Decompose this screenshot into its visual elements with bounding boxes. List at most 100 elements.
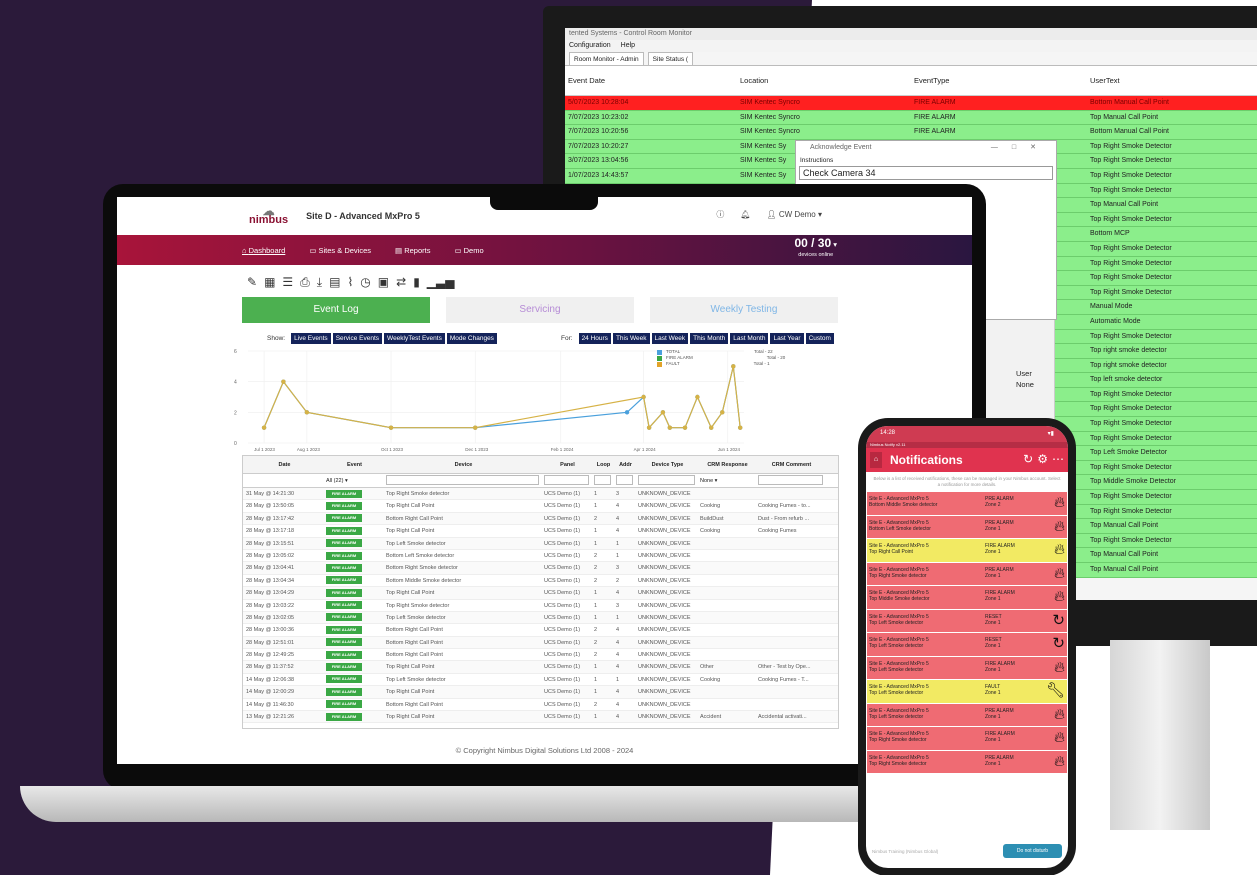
table-row[interactable]: 28 May @ 13:17:42 FIRE ALARM Bottom Right … [243, 512, 838, 526]
tab-weekly-testing[interactable]: Weekly Testing [650, 297, 838, 323]
table-row[interactable]: 13 May @ 12:21:26 FIRE ALARM Top Right Cal… [243, 711, 838, 724]
more-icon[interactable]: ⋯ [1052, 452, 1064, 466]
period-button[interactable]: Last Week [651, 333, 689, 344]
attachment-icon[interactable]: ⌇ [347, 275, 353, 290]
notification-item[interactable]: Site E - Advanced MxPro 5 Top Right Smoke… [867, 727, 1067, 750]
th-crm-response[interactable]: CRM Response [697, 456, 755, 473]
print-icon[interactable]: ⎙ [300, 275, 310, 290]
filter-comment[interactable] [755, 474, 825, 487]
col-event-type[interactable]: EventType [911, 66, 1087, 95]
table-row[interactable]: 31 May @ 14:21:30 FIRE ALARM Top Right Smo… [243, 488, 838, 501]
filter-type[interactable] [635, 474, 697, 487]
filter-panel[interactable] [541, 474, 591, 487]
th-panel[interactable]: Panel [541, 456, 591, 473]
table-row[interactable]: 28 May @ 13:00:36 FIRE ALARM Bottom Right … [243, 624, 838, 637]
notification-item[interactable]: Site E - Advanced MxPro 5 Top Right Smoke… [867, 750, 1067, 773]
export-icon[interactable]: ▣ [378, 275, 389, 290]
edit-icon[interactable]: ✎ [247, 275, 257, 290]
filter-loop-box[interactable] [594, 475, 611, 485]
refresh-icon[interactable]: ↻ [1023, 452, 1033, 466]
notification-item[interactable]: Site E - Advanced MxPro 5 Top Left Smoke … [867, 656, 1067, 679]
filter-addr[interactable] [613, 474, 635, 487]
th-crm-comment[interactable]: CRM Comment [755, 456, 825, 473]
show-filter-button[interactable]: Mode Changes [446, 333, 497, 344]
period-button[interactable]: This Week [612, 333, 650, 344]
list-icon[interactable]: ☰ [282, 275, 293, 290]
event-row[interactable]: 7/07/2023 10:20:56 SIM Kentec Syncro FIRE … [565, 125, 1257, 140]
notification-item[interactable]: Site E - Advanced MxPro 5 Top Left Smoke … [867, 680, 1067, 703]
event-row[interactable]: 5/07/2023 10:28:04 SIM Kentec Syncro FIRE … [565, 96, 1257, 111]
notification-item[interactable]: Site E - Advanced MxPro 5 Bottom Middle S… [867, 492, 1067, 515]
table-row[interactable]: 28 May @ 13:15:51 FIRE ALARM Top Left Smok… [243, 537, 838, 550]
col-user-text[interactable]: UserText [1087, 66, 1257, 95]
download-icon[interactable]: ⤓ [317, 275, 322, 290]
table-row[interactable]: 28 May @ 13:04:41 FIRE ALARM Bottom Right … [243, 562, 838, 575]
th-event[interactable]: Event [323, 456, 383, 473]
table-row[interactable]: 28 May @ 11:37:52 FIRE ALARM Top Right Cal… [243, 661, 838, 674]
notification-item[interactable]: Site E - Advanced MxPro 5 Top Middle Smok… [867, 586, 1067, 609]
period-button[interactable]: Custom [805, 333, 834, 344]
table-row[interactable]: 28 May @ 13:02:05 FIRE ALARM Top Left Smok… [243, 611, 838, 625]
table-row[interactable]: 28 May @ 12:49:25 FIRE ALARM Bottom Right … [243, 649, 838, 662]
period-button[interactable]: Last Year [770, 333, 804, 344]
notification-item[interactable]: Site E - Advanced MxPro 5 Top Left Smoke … [867, 609, 1067, 632]
notification-item[interactable]: Site E - Advanced MxPro 5 Top Right Smoke… [867, 562, 1067, 585]
sync-icon[interactable]: ⇄ [396, 275, 406, 290]
clock-icon[interactable]: ◷ [360, 275, 370, 290]
col-location[interactable]: Location [737, 66, 911, 95]
notification-item[interactable]: Site E - Advanced MxPro 5 Top Right Call … [867, 539, 1067, 562]
table-row[interactable]: 28 May @ 13:17:18 FIRE ALARM Top Right Cal… [243, 525, 838, 538]
th-device-type[interactable]: Device Type [635, 456, 697, 473]
home-icon[interactable]: ⌂ [870, 452, 882, 468]
nav-sites-devices[interactable]: ▭ Sites & Devices [309, 246, 371, 255]
help-icon[interactable]: ⓘ [716, 209, 724, 220]
table-row[interactable]: 14 May @ 12:06:38 FIRE ALARM Top Left Smok… [243, 674, 838, 687]
th-date[interactable]: Date [243, 456, 323, 473]
notification-item[interactable]: Site E - Advanced MxPro 5 Top Left Smoke … [867, 703, 1067, 726]
tab-room-monitor[interactable]: Room Monitor - Admin [569, 52, 644, 65]
table-row[interactable]: 28 May @ 12:51:01 FIRE ALARM Bottom Right … [243, 636, 838, 650]
filter-event[interactable]: All (22) ▾ [323, 474, 383, 487]
tab-site-status[interactable]: Site Status ( [647, 52, 694, 65]
bar-chart-icon[interactable]: ▮ [413, 275, 420, 290]
notification-item[interactable]: Site E - Advanced MxPro 5 Bottom Left Smo… [867, 515, 1067, 538]
report-icon[interactable]: ▤ [329, 275, 340, 290]
table-row[interactable]: 14 May @ 12:00:29 FIRE ALARM Top Right Cal… [243, 686, 838, 699]
instructions-field[interactable]: Check Camera 34 [799, 166, 1053, 180]
notification-item[interactable]: Site E - Advanced MxPro 5 Top Left Smoke … [867, 633, 1067, 656]
table-row[interactable]: 28 May @ 13:03:22 FIRE ALARM Top Right Smo… [243, 600, 838, 612]
do-not-disturb-button[interactable]: Do not disturb [1002, 844, 1062, 858]
table-row[interactable]: 14 May @ 11:46:30 FIRE ALARM Bottom Right … [243, 699, 838, 712]
filter-device-box[interactable] [386, 475, 539, 485]
filter-crm[interactable]: None ▾ [697, 474, 755, 487]
signal-icon[interactable]: ▁▃▅ [427, 275, 455, 290]
nav-demo[interactable]: ▭ Demo [454, 246, 483, 255]
menu-help[interactable]: Help [621, 40, 635, 52]
table-row[interactable]: 28 May @ 13:50:05 FIRE ALARM Top Right Cal… [243, 500, 838, 513]
bell-icon[interactable]: 🔔︎ [740, 210, 750, 219]
period-button[interactable]: 24 Hours [578, 333, 611, 344]
gear-icon[interactable]: ⚙ [1037, 452, 1048, 466]
nimbus-logo[interactable]: ☁ nimbus [249, 205, 288, 226]
filter-loop[interactable] [591, 474, 613, 487]
filter-type-box[interactable] [638, 475, 695, 485]
calendar-icon[interactable]: ▦ [264, 275, 275, 290]
menu-configuration[interactable]: Configuration [569, 40, 611, 52]
period-button[interactable]: Last Month [730, 333, 769, 344]
table-row[interactable]: 28 May @ 13:04:34 FIRE ALARM Bottom Middle… [243, 575, 838, 588]
th-device[interactable]: Device [383, 456, 541, 473]
window-controls[interactable]: —□✕ [991, 141, 1050, 155]
user-menu[interactable]: 👤︎ CW Demo ▾ [766, 210, 822, 219]
show-filter-button[interactable]: Service Events [332, 333, 383, 344]
th-addr[interactable]: Addr [613, 456, 635, 473]
filter-panel-box[interactable] [544, 475, 589, 485]
filter-device[interactable] [383, 474, 541, 487]
period-button[interactable]: This Month [690, 333, 729, 344]
table-row[interactable]: 28 May @ 13:05:02 FIRE ALARM Bottom Left S… [243, 550, 838, 563]
nav-dashboard[interactable]: ⌂ Dashboard [242, 246, 285, 255]
show-filter-button[interactable]: Live Events [291, 333, 331, 344]
tab-servicing[interactable]: Servicing [446, 297, 634, 323]
table-row[interactable]: 28 May @ 13:04:29 FIRE ALARM Top Right Cal… [243, 587, 838, 600]
filter-addr-box[interactable] [616, 475, 633, 485]
filter-comment-box[interactable] [758, 475, 823, 485]
